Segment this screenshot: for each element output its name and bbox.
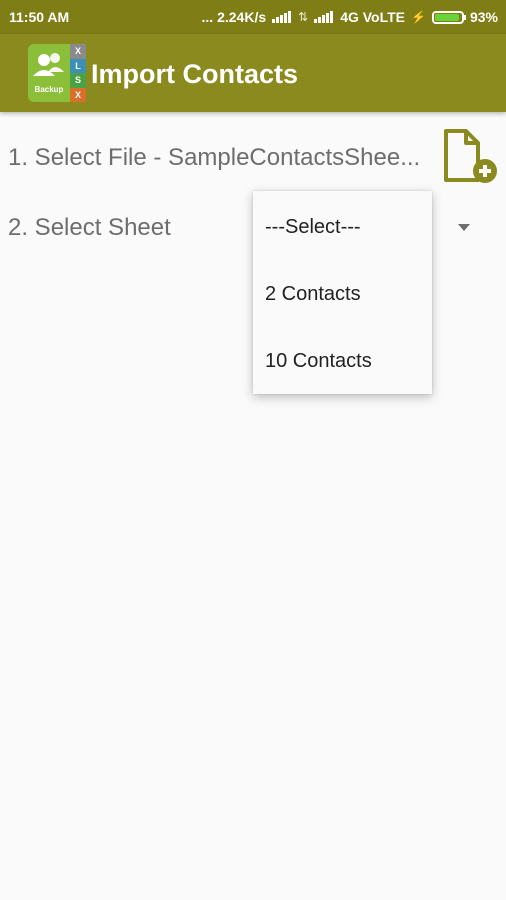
contacts-icon xyxy=(33,53,64,76)
app-logo: Backup X L S X xyxy=(28,44,86,102)
logo-text: Backup xyxy=(34,85,64,94)
charging-icon: ⚡ xyxy=(411,10,426,24)
signal-icon xyxy=(272,11,292,23)
status-right: ... 2.24K/s ⇅ 4G VoLTE ⚡ 93% xyxy=(202,9,498,25)
page-title: Import Contacts xyxy=(91,59,299,89)
logo-letter: L xyxy=(70,58,86,73)
app-bar: Backup X L S X Import Contacts xyxy=(0,34,506,112)
logo-letter: X xyxy=(70,87,86,102)
dropdown-arrow-icon[interactable] xyxy=(458,224,470,231)
select-file-label[interactable]: 1. Select File - SampleContactsShee... xyxy=(8,144,420,172)
dropdown-option-10-contacts[interactable]: 10 Contacts xyxy=(265,350,372,373)
status-time: 11:50 AM xyxy=(9,9,70,25)
logo-letter: S xyxy=(70,73,86,88)
data-transfer-icon: ⇅ xyxy=(298,10,309,24)
signal-icon-2 xyxy=(314,11,334,23)
dropdown-option-2-contacts[interactable]: 2 Contacts xyxy=(265,283,361,306)
select-sheet-label: 2. Select Sheet xyxy=(8,214,171,241)
network-speed: ... 2.24K/s xyxy=(201,9,267,25)
battery-icon xyxy=(431,10,466,24)
dropdown-option-select[interactable]: ---Select--- xyxy=(265,216,361,239)
status-bar: 11:50 AM ... 2.24K/s ⇅ 4G VoLTE ⚡ 93% xyxy=(0,0,506,34)
logo-letter: X xyxy=(70,44,86,59)
battery-percent: 93% xyxy=(469,9,498,25)
logo-strip: X L S X xyxy=(70,44,86,102)
network-type: 4G VoLTE xyxy=(340,9,406,25)
sheet-dropdown-list: ---Select--- 2 Contacts 10 Contacts xyxy=(253,191,432,394)
file-add-icon[interactable] xyxy=(440,128,500,186)
